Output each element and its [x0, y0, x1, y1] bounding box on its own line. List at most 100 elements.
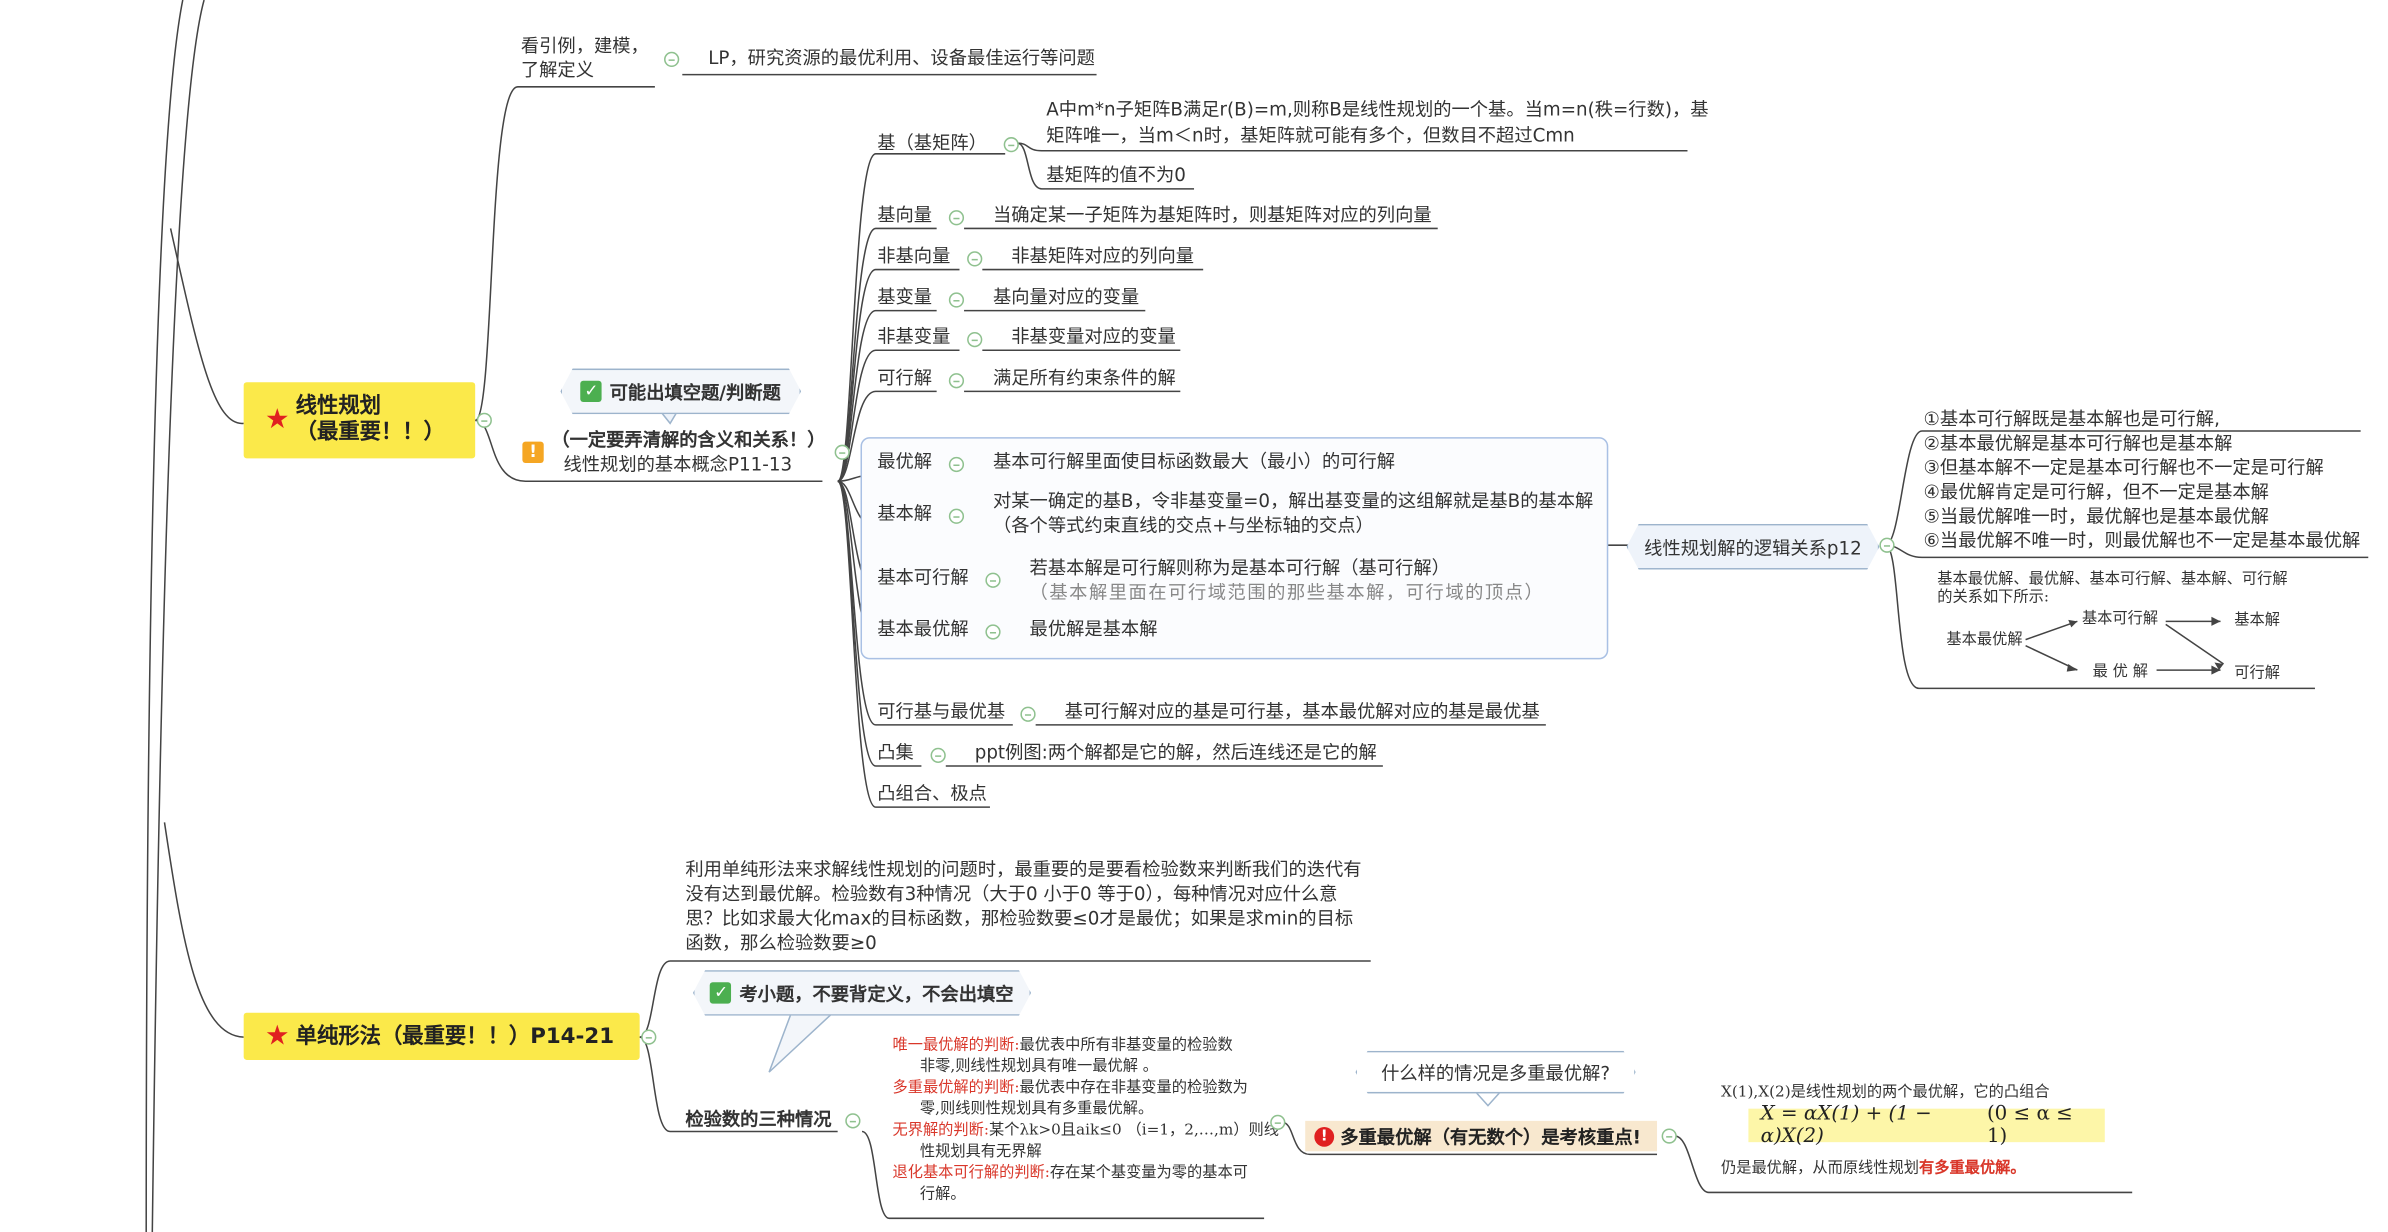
- collapse-toggle[interactable]: [948, 210, 965, 226]
- relation-label: 线性规划解的逻辑关系p12: [1644, 536, 1862, 559]
- callout-text: 考小题，不要背定义，不会出填空: [739, 983, 1014, 1005]
- relation-item[interactable]: ⑥当最优解不唯一时，则最优解也不一定是基本最优解: [1924, 528, 2361, 552]
- item-basis-detail2[interactable]: 基矩阵的值不为0: [1046, 163, 1186, 187]
- cases-image: 唯一最优解的判断:最优表中所有非基变量的检验数 非零,则线性规划具有唯一最优解 …: [892, 1036, 1288, 1207]
- item-nonbasic-variable[interactable]: 非基变量: [877, 324, 950, 348]
- warning-icon: !: [522, 441, 544, 463]
- case-item: 唯一最优解的判断:最优表中所有非基变量的检验数: [892, 1036, 1288, 1057]
- collapse-toggle[interactable]: [985, 624, 1001, 640]
- item-basis-detail[interactable]: A中m*n子矩阵B满足r(B)=m,则称B是线性规划的一个基。当m=n(秩=行数…: [1046, 97, 1710, 149]
- relation-node[interactable]: 线性规划解的逻辑关系p12: [1627, 524, 1880, 570]
- case-text: 某个λk>0且aik≤0 （i=1，2,…,m）则线: [988, 1122, 1280, 1140]
- item-feasible-optimal-basis-detail[interactable]: 基可行解对应的基是可行基，基本最优解对应的基是最优基: [1065, 699, 1540, 723]
- checkbox-icon: ✓: [710, 982, 731, 1003]
- collapse-toggle[interactable]: [1003, 137, 1019, 153]
- item-basic-feasible[interactable]: 基本可行解: [877, 565, 968, 589]
- item-feasible-solution[interactable]: 可行解: [877, 365, 932, 389]
- item-optimal-solution[interactable]: 最优解: [877, 449, 932, 473]
- item-basic-variable-detail[interactable]: 基向量对应的变量: [993, 285, 1139, 309]
- check-number-label[interactable]: 检验数的三种情况: [685, 1107, 831, 1131]
- item-basis[interactable]: 基（基矩阵）: [877, 131, 987, 155]
- case-text-2: 非零,则线性规划具有唯一最优解 。: [919, 1058, 1159, 1076]
- formula: X = αX(1) + (1 − α)X(2): [1760, 1102, 1932, 1149]
- relation-item[interactable]: ④最优解肯定是可行解，但不一定是基本解: [1924, 480, 2361, 504]
- simplex-intro[interactable]: 利用单纯形法来求解线性规划的问题时，最重要的是要看检验数来判断我们的迭代有没有达…: [685, 857, 1361, 954]
- collapse-toggle-concepts[interactable]: [834, 444, 850, 460]
- item-convex-set-detail[interactable]: ppt例图:两个解都是它的解，然后连线还是它的解: [975, 740, 1377, 764]
- case-text: 最优表中存在非基变量的检验数为: [1019, 1079, 1248, 1097]
- item-basic-solution-detail[interactable]: 对某一确定的基B，令非基变量=0，解出基变量的这组解就是基B的基本解: [993, 489, 1593, 513]
- topic1-title-line1: 线性规划: [295, 394, 381, 419]
- star-icon: ★: [265, 403, 290, 436]
- diagram-caption-2: 的关系如下所示:: [1937, 589, 2050, 607]
- diagram-node-best-basic: 基本最优解: [1946, 632, 2023, 649]
- item-basic-optimal-detail[interactable]: 最优解是基本解: [1030, 617, 1158, 641]
- topic2-title: 单纯形法（最重要！！）P14-21: [295, 1024, 615, 1049]
- convex-line3-a: 仍是最优解，从而原线性规划: [1720, 1160, 1919, 1178]
- diagram-node-optimal: 最 优 解: [2092, 663, 2148, 681]
- question-callout[interactable]: 什么样的情况是多重最优解?: [1355, 1051, 1635, 1094]
- item-convex-combination[interactable]: 凸组合、极点: [877, 781, 987, 805]
- diagram-caption-1: 基本最优解、最优解、基本可行解、基本解、可行解: [1937, 571, 2288, 588]
- collapse-toggle[interactable]: [1020, 706, 1036, 722]
- callout-small-question[interactable]: ✓ 考小题，不要背定义，不会出填空: [693, 970, 1031, 1016]
- collapse-toggle[interactable]: [985, 572, 1001, 588]
- topic-linear-programming[interactable]: ★ 线性规划 （最重要！！）: [243, 382, 476, 459]
- item-basic-vector-detail[interactable]: 当确定某一子矩阵为基矩阵时，则基矩阵对应的列向量: [993, 203, 1432, 227]
- relation-item[interactable]: ③但基本解不一定是基本可行解也不一定是可行解: [1924, 455, 2361, 479]
- intro-detail[interactable]: LP，研究资源的最优利用、设备最佳运行等问题: [708, 46, 1095, 70]
- collapse-toggle-check[interactable]: [845, 1113, 861, 1129]
- item-basic-feasible-detail2[interactable]: （基本解里面在可行域范围的那些基本解，可行域的顶点）: [1030, 580, 1545, 604]
- convex-line3-b: 有多重最优解。: [1918, 1160, 2026, 1178]
- collapse-toggle[interactable]: [967, 251, 983, 267]
- concept-label[interactable]: 线性规划的基本概念P11-13: [564, 452, 793, 476]
- collapse-toggle[interactable]: [967, 331, 983, 348]
- item-nonbasic-variable-detail[interactable]: 非基变量对应的变量: [1011, 324, 1176, 348]
- item-optimal-solution-detail[interactable]: 基本可行解里面使目标函数最大（最小）的可行解: [993, 449, 1395, 473]
- case-text: 最优表中所有非基变量的检验数: [1019, 1037, 1233, 1054]
- item-basic-vector[interactable]: 基向量: [877, 203, 932, 227]
- collapse-toggle[interactable]: [948, 456, 965, 473]
- star-icon: ★: [265, 1019, 290, 1052]
- relation-item[interactable]: ⑤当最优解唯一时，最优解也是基本最优解: [1924, 504, 2361, 528]
- exclamation-icon: !: [1314, 1126, 1335, 1146]
- item-feasible-solution-detail[interactable]: 满足所有约束条件的解: [993, 365, 1176, 389]
- collapse-toggle[interactable]: [930, 747, 946, 763]
- collapse-toggle[interactable]: [948, 292, 965, 308]
- item-basic-solution[interactable]: 基本解: [877, 501, 932, 525]
- collapse-toggle-topic2[interactable]: [641, 1029, 657, 1045]
- item-basic-solution-detail2[interactable]: （各个等式约束直线的交点+与坐标轴的交点）: [993, 513, 1374, 537]
- item-basic-feasible-detail[interactable]: 若基本解是可行解则称为是基本可行解（基可行解）: [1030, 556, 1450, 580]
- case-text-2: 性规划具有无界解: [919, 1143, 1042, 1161]
- concept-warning[interactable]: （一定要弄清解的含义和关系！）: [551, 428, 825, 452]
- relation-item[interactable]: ①基本可行解既是基本解也是可行解,: [1924, 407, 2361, 431]
- item-basic-optimal[interactable]: 基本最优解: [877, 617, 968, 641]
- item-feasible-optimal-basis[interactable]: 可行基与最优基: [877, 699, 1005, 723]
- collapse-toggle[interactable]: [948, 373, 965, 389]
- key-point-node[interactable]: ! 多重最优解（有无数个）是考核重点!: [1305, 1120, 1658, 1152]
- convex-line3: 仍是最优解，从而原线性规划有多重最优解。: [1721, 1157, 2026, 1181]
- item-convex-set[interactable]: 凸集: [877, 740, 914, 764]
- diagram-node-basic: 基本解: [2234, 612, 2280, 629]
- formula-range: (0 ≤ α ≤ 1): [1986, 1102, 2073, 1149]
- callout-fill-blank[interactable]: ✓ 可能出填空题/判断题: [560, 369, 801, 415]
- collapse-toggle-cases[interactable]: [1270, 1114, 1286, 1130]
- relation-list: ①基本可行解既是基本解也是可行解, ②基本最优解是基本可行解也是基本解 ③但基本…: [1924, 407, 2361, 553]
- case-title: 唯一最优解的判断:: [892, 1037, 1020, 1054]
- item-nonbasic-vector-detail[interactable]: 非基矩阵对应的列向量: [1011, 244, 1194, 268]
- collapse-toggle-intro[interactable]: [664, 51, 680, 68]
- topic1-title-line2: （最重要！！）: [295, 420, 445, 445]
- relation-item[interactable]: ②基本最优解是基本可行解也是基本解: [1924, 431, 2361, 455]
- topic-simplex-method[interactable]: ★ 单纯形法（最重要！！）P14-21: [243, 1012, 640, 1060]
- collapse-toggle[interactable]: [948, 508, 965, 524]
- item-nonbasic-vector[interactable]: 非基向量: [877, 244, 950, 268]
- checkbox-icon: ✓: [581, 381, 602, 402]
- case-text-2: 零,则线则性规划具有多重最优解。: [919, 1101, 1154, 1118]
- diagram-node-feasible: 可行解: [2234, 665, 2280, 683]
- item-basic-variable[interactable]: 基变量: [877, 285, 932, 309]
- intro-label[interactable]: 看引例，建模， 了解定义: [521, 34, 658, 83]
- collapse-toggle-key[interactable]: [1661, 1128, 1677, 1144]
- collapse-toggle-relation[interactable]: [1879, 537, 1895, 553]
- collapse-toggle-topic1[interactable]: [476, 412, 492, 428]
- case-item: 无界解的判断:某个λk>0且aik≤0 （i=1，2,…,m）则线: [892, 1121, 1288, 1142]
